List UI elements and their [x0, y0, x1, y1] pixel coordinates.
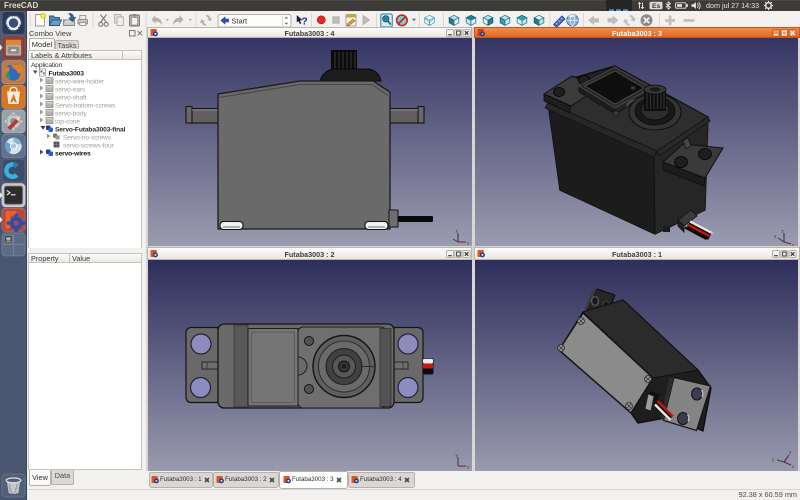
- svg-text:Start: Start: [232, 16, 248, 25]
- svg-text:servo-ears: servo-ears: [55, 87, 86, 94]
- svg-text:Servo-no-screws: Servo-no-screws: [63, 135, 112, 142]
- svg-text:Es: Es: [652, 3, 661, 10]
- svg-text:FreeCAD: FreeCAD: [4, 1, 38, 10]
- svg-text:servo-body: servo-body: [55, 111, 87, 118]
- svg-text:?: ?: [302, 17, 308, 28]
- svg-text:Application: Application: [31, 62, 62, 69]
- svg-text:servo-wires: servo-wires: [55, 151, 91, 158]
- svg-text:top-cone: top-cone: [55, 119, 80, 126]
- svg-text:servo-shaft: servo-shaft: [55, 95, 87, 102]
- svg-text:Servo-bottom-screws: Servo-bottom-screws: [55, 103, 116, 110]
- svg-text:servo-wire-holder: servo-wire-holder: [55, 79, 105, 86]
- svg-text:dom jul 27 14:33: dom jul 27 14:33: [706, 1, 759, 10]
- svg-text:servo-screws-four: servo-screws-four: [63, 143, 115, 150]
- svg-text:Futaba3003: Futaba3003: [49, 71, 85, 78]
- svg-text:Servo-Futaba3003-final: Servo-Futaba3003-final: [55, 127, 126, 134]
